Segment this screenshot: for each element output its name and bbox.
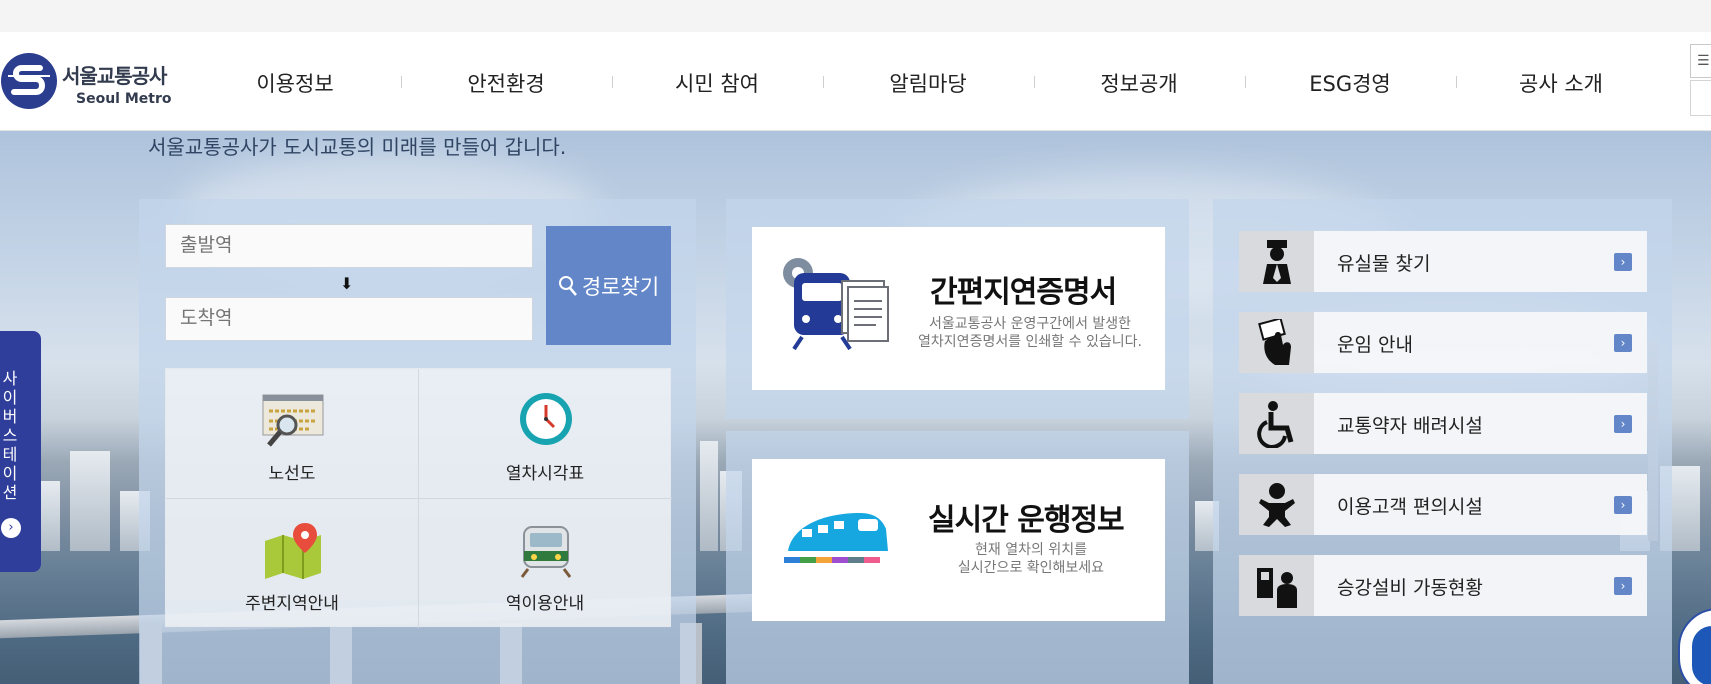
realtime-title: 실시간 운행정보: [928, 503, 1125, 538]
quick-link-label: 열차시각표: [505, 464, 585, 484]
main-navigation: 이용정보 안전환경 시민 참여 알림마당 정보공개 ESG경영 공사 소개: [190, 32, 1610, 131]
menu-icon: ☰: [1697, 53, 1710, 69]
service-label: 이용고객 편의시설: [1337, 496, 1483, 518]
service-icon-box: [1239, 312, 1314, 373]
service-fare-info[interactable]: 운임 안내 ›: [1239, 312, 1647, 373]
chevron-right-icon: ›: [1614, 577, 1632, 595]
quick-link-route-map[interactable]: 노선도: [166, 369, 418, 498]
delay-certificate-desc: 서울교통공사 운영구간에서 발생한 열차지연증명서를 인쇄할 수 있습니다.: [910, 315, 1150, 351]
hero-slogan: 서울교통공사가 도시교통의 미래를 만들어 갑니다.: [148, 135, 567, 159]
util-button[interactable]: [1690, 80, 1711, 116]
global-header: 서울교통공사 Seoul Metro 이용정보 안전환경 시민 참여 알림마당 …: [0, 32, 1711, 131]
clock-icon: [520, 393, 572, 445]
service-elevator-status[interactable]: 승강설비 가동현황 ›: [1239, 555, 1647, 616]
site-logo[interactable]: 서울교통공사 Seoul Metro: [0, 52, 185, 112]
seoul-metro-logo-icon: [1, 53, 57, 109]
chatbot-icon: [1692, 626, 1711, 684]
service-accessibility[interactable]: 교통약자 배려시설 ›: [1239, 393, 1647, 454]
realtime-info-card[interactable]: 실시간 운행정보 현재 열차의 위치를 실시간으로 확인해보세요: [752, 459, 1165, 621]
nav-item-esg[interactable]: ESG경영: [1245, 68, 1455, 98]
hero-section: 서울교통공사가 도시교통의 미래를 만들어 갑니다. ⬇ 경로찾기 노선도: [0, 131, 1711, 684]
delay-certificate-title: 간편지연증명서: [930, 275, 1117, 310]
ticket-hand-icon: [1257, 318, 1291, 365]
nav-item-safety[interactable]: 안전환경: [401, 68, 611, 98]
cyber-station-label: 사이버스테이션: [2, 369, 18, 502]
chevron-right-icon: ›: [1614, 415, 1632, 433]
realtime-desc: 현재 열차의 위치를 실시간으로 확인해보세요: [936, 541, 1126, 577]
service-lost-and-found[interactable]: 유실물 찾기 ›: [1239, 231, 1647, 292]
logo-name-en: Seoul Metro: [76, 91, 172, 107]
quick-link-label: 역이용안내: [505, 594, 585, 614]
quick-link-nearby[interactable]: 주변지역안내: [166, 499, 418, 628]
arrow-down-icon: ⬇: [340, 274, 354, 293]
desc-line: 서울교통공사 운영구간에서 발생한: [928, 316, 1132, 332]
chevron-right-icon: ›: [1614, 496, 1632, 514]
service-icon-box: [1239, 393, 1314, 454]
wheelchair-icon: [1256, 400, 1293, 448]
service-icon-box: [1239, 231, 1314, 292]
elevator-person-icon: [1256, 567, 1297, 608]
chevron-right-icon: ›: [1614, 334, 1632, 352]
menu-button[interactable]: ☰: [1690, 44, 1711, 78]
high-speed-train-icon: [784, 513, 888, 563]
desc-line: 열차지연증명서를 인쇄할 수 있습니다.: [918, 334, 1142, 350]
train-document-icon: [783, 258, 889, 351]
delay-certificate-card[interactable]: 간편지연증명서 서울교통공사 운영구간에서 발생한 열차지연증명서를 인쇄할 수…: [752, 227, 1165, 390]
nav-item-about[interactable]: 공사 소개: [1456, 68, 1666, 98]
route-search-label: 경로찾기: [581, 274, 660, 299]
logo-name-ko: 서울교통공사: [62, 64, 167, 88]
quick-link-station-guide[interactable]: 역이용안내: [419, 499, 671, 628]
top-utility-bar: [0, 0, 1711, 32]
service-icon-box: [1239, 474, 1314, 535]
baby-icon: [1258, 482, 1295, 527]
departure-station-input[interactable]: [165, 224, 533, 268]
quick-link-label: 주변지역안내: [245, 594, 339, 614]
quick-links-grid: 노선도 열차시각표 주변지역안내 역이용안내: [165, 368, 672, 628]
service-label: 유실물 찾기: [1337, 253, 1431, 275]
cyber-station-tab[interactable]: 사이버스테이션 ›: [0, 331, 41, 572]
route-map-icon: [262, 394, 324, 447]
nav-item-notice[interactable]: 알림마당: [823, 68, 1033, 98]
quick-link-timetable[interactable]: 열차시각표: [419, 369, 671, 498]
service-amenities[interactable]: 이용고객 편의시설 ›: [1239, 474, 1647, 535]
desc-line: 실시간으로 확인해보세요: [957, 560, 1105, 576]
chevron-right-icon: ›: [1, 518, 21, 538]
train-front-icon: [520, 526, 572, 578]
nav-item-usage-info[interactable]: 이용정보: [190, 68, 400, 98]
service-icon-box: [1239, 555, 1314, 616]
arrival-station-input[interactable]: [165, 297, 533, 341]
desc-line: 현재 열차의 위치를: [975, 542, 1087, 558]
staff-icon: [1262, 239, 1291, 284]
service-label: 운임 안내: [1337, 334, 1413, 356]
chevron-right-icon: ›: [1614, 253, 1632, 271]
service-label: 교통약자 배려시설: [1337, 415, 1483, 437]
route-search-button[interactable]: 경로찾기: [546, 226, 671, 345]
nav-item-disclosure[interactable]: 정보공개: [1034, 68, 1244, 98]
service-label: 승강설비 가동현황: [1337, 577, 1483, 599]
nav-item-citizen[interactable]: 시민 참여: [612, 68, 822, 98]
search-icon: [558, 275, 577, 296]
quick-link-label: 노선도: [268, 464, 316, 484]
map-pin-icon: [265, 523, 321, 579]
